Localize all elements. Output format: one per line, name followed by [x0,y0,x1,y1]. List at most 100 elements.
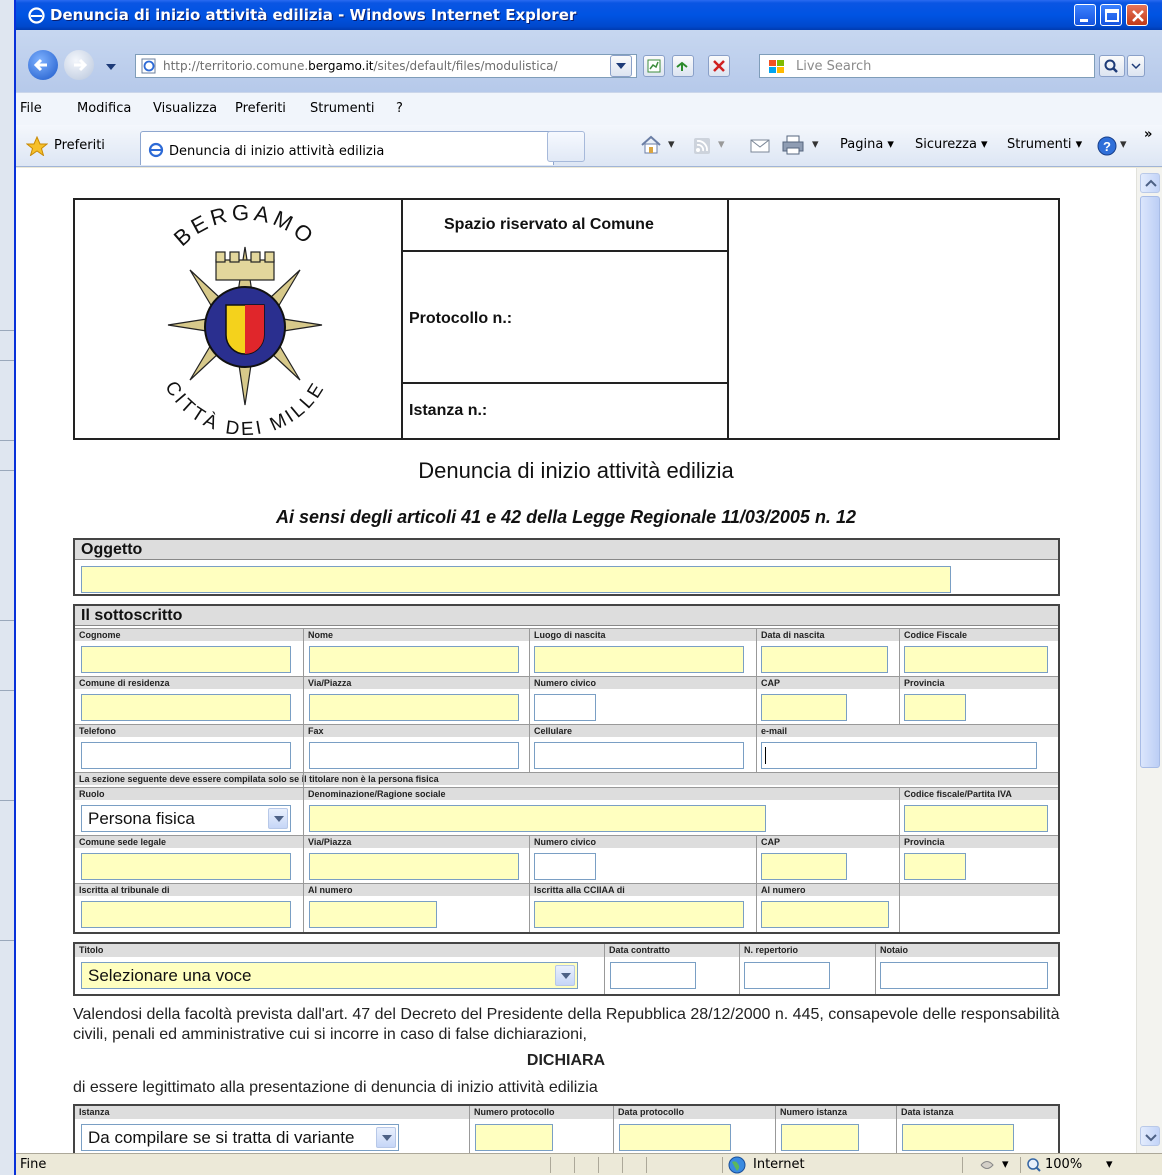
status-bar: Fine Internet ▾ 100% ▾ [16,1153,1162,1175]
help-icon[interactable]: ? [1096,135,1118,157]
command-pagina[interactable]: Pagina ▾ [840,137,894,152]
codice-fiscale-piva-input[interactable] [904,805,1048,832]
print-dropdown[interactable]: ▾ [812,137,819,152]
new-tab-button[interactable] [547,131,585,162]
maximize-button[interactable] [1100,4,1122,26]
via-piazza-sede-input[interactable] [309,853,519,880]
data-nascita-input[interactable] [761,646,888,673]
stop-button[interactable] [708,55,730,77]
istanza-select[interactable]: Da compilare se si tratta di variante [81,1124,399,1151]
reserved-area-label: Spazio riservato al Comune [444,216,654,233]
tribunale-input[interactable] [81,901,291,928]
menu-bar: File Modifica Visualizza Preferiti Strum… [16,92,1162,125]
favorites-button[interactable]: Preferiti [54,138,105,153]
data-contratto-label: Data contratto [605,944,740,957]
provincia-sede-input[interactable] [904,853,966,880]
comune-sede-input[interactable] [81,853,291,880]
menu-visualizza[interactable]: Visualizza [153,101,217,116]
menu-help[interactable]: ? [396,101,403,116]
menu-modifica[interactable]: Modifica [77,101,131,116]
numero-civico-input[interactable] [534,694,596,721]
tab-active[interactable]: Denuncia di inizio attività edilizia [140,131,554,165]
numero-istanza-input[interactable] [781,1124,859,1151]
protected-mode-dropdown[interactable]: ▾ [1002,1157,1009,1172]
cap-input[interactable] [761,694,847,721]
sottoscritto-heading: Il sottoscritto [75,606,1058,626]
menu-file[interactable]: File [20,101,42,116]
live-search-logo-icon [769,60,784,73]
titolo-select[interactable]: Selezionare una voce [81,962,578,989]
home-icon[interactable] [640,135,662,155]
address-dropdown-button[interactable] [610,55,632,77]
address-field[interactable]: http://territorio.comune.bergamo.it/site… [135,54,637,78]
minimize-button[interactable] [1074,4,1096,26]
form-subtitle: Ai sensi degli articoli 41 e 42 della Le… [276,507,856,527]
refresh-button[interactable] [672,55,694,77]
ruolo-label: Ruolo [75,787,304,800]
favorites-star-icon[interactable] [26,136,48,156]
cap-sede-input[interactable] [761,853,847,880]
notaio-input[interactable] [880,962,1048,989]
data-istanza-label: Data istanza [897,1106,1058,1119]
close-button[interactable] [1126,4,1148,26]
luogo-nascita-input[interactable] [534,646,744,673]
scroll-thumb[interactable] [1140,196,1160,768]
zoom-level[interactable]: 100% [1045,1157,1082,1172]
provincia-input[interactable] [904,694,966,721]
forward-button[interactable] [64,50,94,80]
comune-residenza-input[interactable] [81,694,291,721]
compatibility-button[interactable] [643,55,665,77]
data-istanza-input[interactable] [902,1124,1014,1151]
title-bar[interactable]: Denuncia di inizio attività edilizia - W… [16,0,1162,30]
denominazione-input[interactable] [309,805,766,832]
numero-cciaa-input[interactable] [761,901,889,928]
rss-feed-icon[interactable] [693,137,711,155]
data-protocollo-label: Data protocollo [614,1106,776,1119]
menu-strumenti[interactable]: Strumenti [310,101,375,116]
data-protocollo-input[interactable] [619,1124,731,1151]
tribunale-label: Iscritta al tribunale di [75,883,304,896]
url-domain: bergamo.it [308,59,374,73]
command-strumenti[interactable]: Strumenti ▾ [1007,137,1082,152]
ruolo-select[interactable]: Persona fisica [81,805,291,832]
data-contratto-input[interactable] [610,962,696,989]
toolbar-overflow-chevron[interactable]: » [1144,127,1152,142]
codice-fiscale-input[interactable] [904,646,1048,673]
search-options-button[interactable] [1127,55,1145,77]
repertorio-input[interactable] [744,962,830,989]
home-dropdown[interactable]: ▾ [668,137,675,152]
mail-icon[interactable] [750,138,770,154]
zoom-dropdown[interactable]: ▾ [1106,1157,1113,1172]
nome-input[interactable] [309,646,519,673]
via-piazza-sede-label: Via/Piazza [304,835,530,848]
numero-tribunale-input[interactable] [309,901,437,928]
vertical-scrollbar[interactable] [1136,168,1162,1153]
protected-mode-icon[interactable] [978,1157,996,1173]
scroll-down-button[interactable] [1140,1126,1160,1146]
numero-protocollo-input[interactable] [475,1124,553,1151]
via-piazza-input[interactable] [309,694,519,721]
email-input[interactable] [761,742,1037,769]
numero-civico-sede-input[interactable] [534,853,596,880]
back-button[interactable] [28,50,58,80]
print-icon[interactable] [782,135,804,155]
telefono-input[interactable] [81,742,291,769]
search-button[interactable] [1099,55,1125,77]
help-dropdown[interactable]: ▾ [1120,137,1127,152]
istanza-selected-value: Da compilare se si tratta di variante [88,1128,355,1147]
protocollo-label: Protocollo n.: [409,310,513,327]
scroll-up-button[interactable] [1140,173,1160,193]
menu-preferiti[interactable]: Preferiti [235,101,286,116]
cognome-input[interactable] [81,646,291,673]
search-input[interactable]: Live Search [759,54,1095,78]
history-dropdown-icon[interactable] [105,62,117,72]
cciaa-input[interactable] [534,901,744,928]
search-placeholder: Live Search [796,59,872,74]
codice-fiscale-piva-label: Codice fiscale/Partita IVA [900,787,1058,800]
luogo-nascita-label: Luogo di nascita [530,628,757,641]
cellulare-input[interactable] [534,742,744,769]
telefono-label: Telefono [75,724,304,737]
oggetto-input[interactable] [81,566,951,593]
fax-input[interactable] [309,742,519,769]
command-sicurezza[interactable]: Sicurezza ▾ [915,137,988,152]
